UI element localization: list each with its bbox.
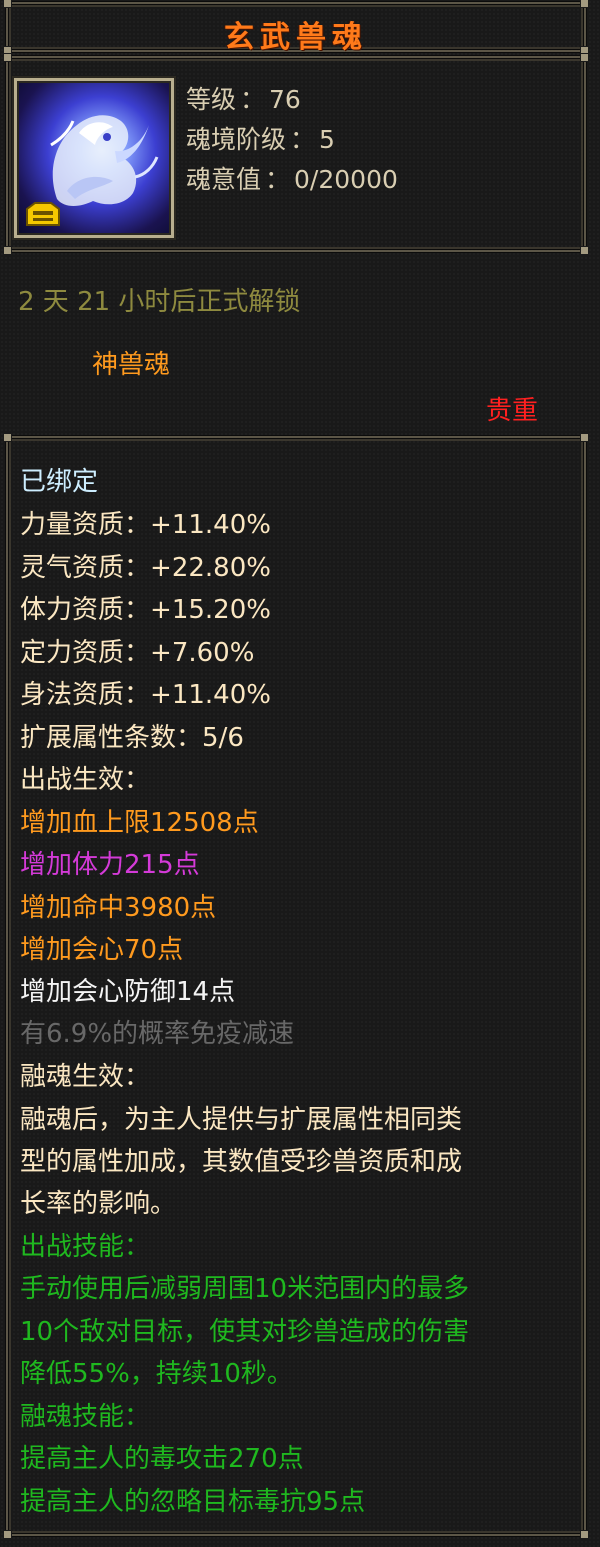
title-frame: 玄武兽魂 (3, 0, 589, 55)
attr-row: 灵气资质：+22.80% (20, 553, 271, 583)
battle-effect: 增加血上限12508点 (20, 808, 259, 838)
battle-effect-header: 出战生效： (20, 765, 151, 795)
item-category: 神兽魂 (92, 350, 171, 380)
battle-skill-line: 降低55%，持续10秒。 (20, 1359, 293, 1389)
item-tooltip: 玄武兽魂 等级： 76 魂境阶级： 5 魂意值： 0/20000 2 天 21 小时后… (0, 0, 600, 1547)
fusion-desc-line: 融魂后，为主人提供与扩展属性相同类 (20, 1105, 463, 1135)
fusion-skill: 提高主人的毒攻击270点 (20, 1444, 304, 1474)
attr-row: 力量资质：+11.40% (20, 510, 271, 540)
battle-effect: 增加命中3980点 (20, 893, 217, 923)
rarity-label: 贵重 (486, 396, 539, 426)
battle-skill-header: 出战技能： (20, 1232, 151, 1262)
attr-row: 扩展属性条数：5/6 (20, 723, 244, 753)
fusion-effect-header: 融魂生效： (20, 1062, 151, 1092)
realm-row: 魂境阶级： 5 (186, 125, 335, 154)
lock-badge-icon (26, 202, 60, 226)
soul-value: 0/20000 (294, 165, 398, 194)
battle-effect: 增加会心防御14点 (20, 977, 236, 1007)
battle-effect: 增加体力215点 (20, 850, 200, 880)
xuanwu-beast-soul-icon (14, 78, 174, 238)
battle-skill-line: 10个敌对目标，使其对珍兽造成的伤害 (20, 1317, 470, 1347)
realm-value: 5 (319, 125, 335, 154)
bound-status: 已绑定 (20, 467, 99, 497)
level-row: 等级： 76 (186, 85, 301, 114)
battle-skill-line: 手动使用后减弱周围10米范围内的最多 (20, 1274, 470, 1304)
battle-effect: 增加会心70点 (20, 935, 184, 965)
soul-value-row: 魂意值： 0/20000 (186, 165, 398, 194)
fusion-skill-header: 融魂技能： (20, 1402, 151, 1432)
fusion-desc-line: 型的属性加成，其数值受珍兽资质和成 (20, 1147, 463, 1177)
attr-row: 定力资质：+7.60% (20, 638, 255, 668)
battle-effect-inactive: 有6.9%的概率免疫减速 (20, 1019, 295, 1049)
unlock-countdown: 2 天 21 小时后正式解锁 (18, 287, 301, 317)
level-value: 76 (269, 85, 301, 114)
attr-row: 体力资质：+15.20% (20, 595, 271, 625)
fusion-skill: 提高主人的忽略目标毒抗95点 (20, 1487, 366, 1517)
attr-row: 身法资质：+11.40% (20, 680, 271, 710)
fusion-desc-line: 长率的影响。 (20, 1189, 177, 1219)
item-title: 玄武兽魂 (224, 20, 368, 55)
